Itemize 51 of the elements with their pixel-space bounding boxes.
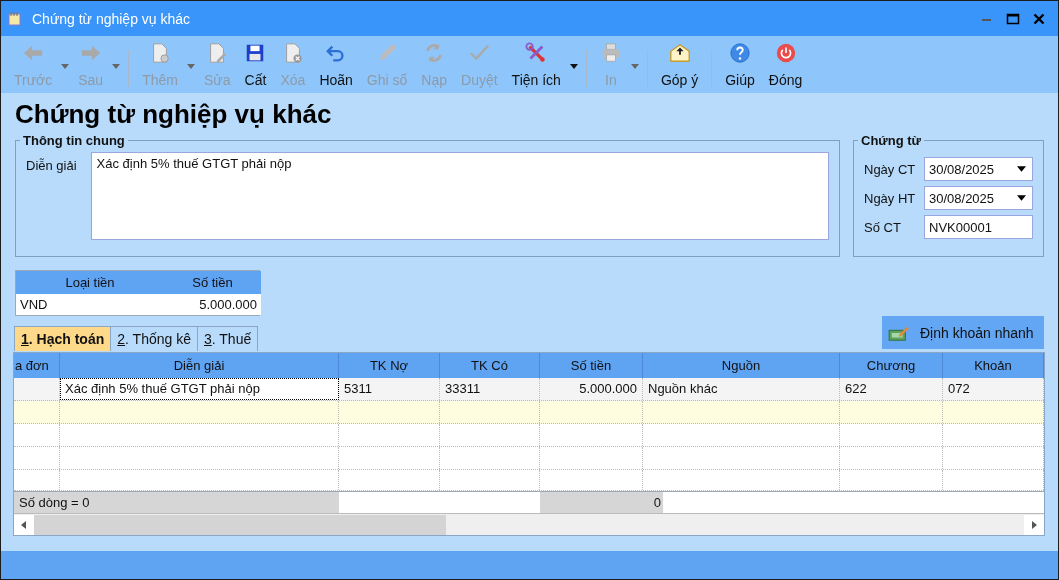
scroll-left-icon[interactable] (14, 514, 34, 535)
scroll-right-icon[interactable] (1024, 514, 1044, 535)
caret-icon (186, 64, 195, 69)
table-cell: Xác định 5% thuế GTGT phải nộp (60, 378, 339, 400)
table-cell: 33311 (440, 378, 540, 400)
caret-icon (630, 64, 639, 69)
description-field[interactable]: Xác định 5% thuế GTGT phải nộp (90, 152, 829, 240)
caret-icon (112, 64, 121, 69)
caret-icon (1017, 195, 1026, 201)
toolbar-button[interactable]: Cất (237, 36, 274, 93)
date-field[interactable]: 30/08/2025 (924, 157, 1033, 181)
tools-icon (525, 42, 548, 64)
date-field[interactable]: 30/08/2025 (924, 186, 1033, 210)
column-header: Số tiền (164, 271, 261, 294)
notepad-icon (7, 10, 23, 27)
close-icon[interactable] (1032, 11, 1046, 26)
toolbar-button[interactable]: Đóng (761, 36, 810, 93)
field-label: Ngày CT (864, 161, 916, 177)
toolbar-button[interactable]: Tiện ích (504, 36, 568, 93)
table-cell: Nguồn khác (643, 378, 840, 400)
table-cell: 5.000.000 (540, 378, 643, 400)
column-header: Loại tiền (16, 271, 164, 294)
table-cell: 622 (840, 378, 943, 400)
text-field[interactable]: NVK00001 (924, 215, 1033, 239)
toolbar-button[interactable]: Góp ý (653, 36, 706, 93)
window-title: Chứng từ nghiệp vụ khác (32, 10, 191, 27)
envelope-icon (668, 42, 691, 64)
tab[interactable]: 1. Hạch toán (14, 326, 112, 351)
scrollbar-thumb[interactable] (34, 514, 446, 535)
table-cell: VND (16, 294, 164, 315)
maximize-icon[interactable] (1006, 11, 1020, 26)
table-cell: 5.000.000 (164, 294, 261, 315)
field-label: Ngày HT (864, 190, 916, 206)
group-title: Chứng từ (860, 133, 922, 148)
power-icon (774, 42, 797, 64)
caret-icon (569, 64, 578, 69)
page-heading: Chứng từ nghiệp vụ khác (15, 98, 333, 131)
table-cell: 072 (943, 378, 1044, 400)
caret-icon (1017, 166, 1026, 172)
toolbar-button[interactable]: Hoãn (312, 36, 360, 93)
quick-entry-button[interactable]: Định khoản nhanh (882, 316, 1044, 349)
tab[interactable]: 3. Thuế (196, 326, 259, 351)
total-amount: 0 (540, 492, 663, 513)
row-count: Số dòng = 0 (14, 492, 339, 513)
group-title: Thông tin chung (22, 133, 126, 148)
field-label: Diễn giải (26, 157, 77, 175)
field-label: Số CT (864, 219, 901, 235)
toolbar-button[interactable]: Giúp (718, 36, 762, 93)
help-icon (729, 42, 751, 64)
table-cell: 5311 (339, 378, 440, 400)
caret-icon (61, 64, 70, 69)
